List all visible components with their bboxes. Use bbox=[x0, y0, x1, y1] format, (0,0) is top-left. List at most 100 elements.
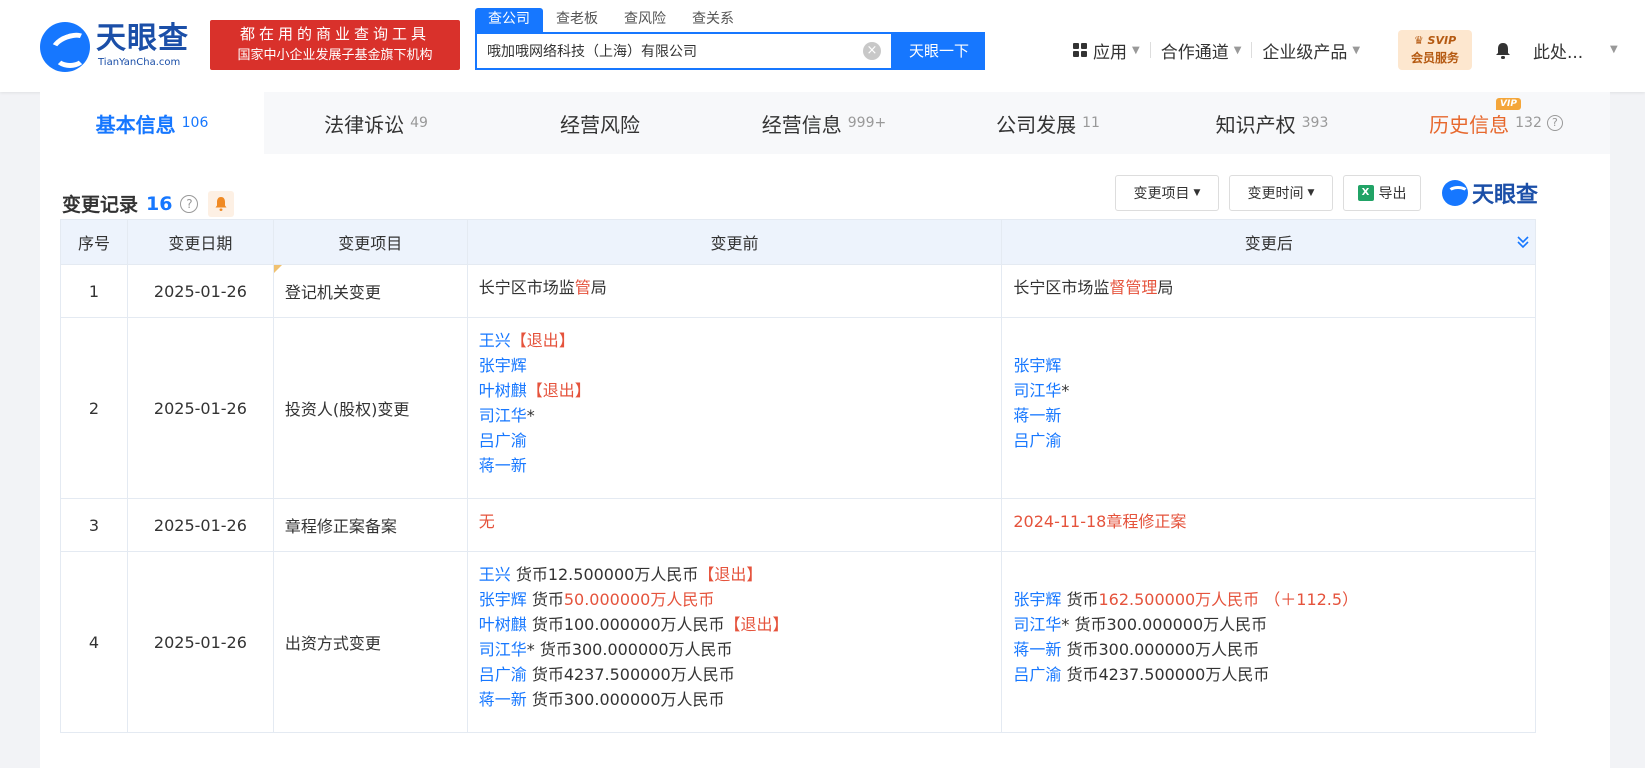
double-chevron-down-icon[interactable] bbox=[1515, 234, 1531, 250]
filter-item-label: 变更项目 bbox=[1133, 186, 1190, 202]
svip-label: ♛ SVIP bbox=[1413, 34, 1457, 47]
person-link[interactable]: 叶树麒 bbox=[479, 381, 527, 400]
brand-text: 天眼查 bbox=[1472, 183, 1539, 208]
tab-label: 经营风险 bbox=[560, 112, 640, 137]
export-button[interactable]: X 导出 bbox=[1343, 175, 1421, 211]
person-link[interactable]: 吕广渝 bbox=[479, 665, 527, 684]
nav-apps[interactable]: 应用 ▼ bbox=[1063, 38, 1150, 63]
cell-item-text: 登记机关变更 bbox=[284, 283, 381, 302]
person-link[interactable]: 司江华 bbox=[479, 406, 527, 425]
cell-line: 叶树麒 货币100.000000万人民币【退出】 bbox=[479, 612, 992, 637]
caret-down-icon[interactable]: ▼ bbox=[1610, 44, 1618, 55]
search-tab-company[interactable]: 查公司 bbox=[475, 8, 543, 32]
person-link[interactable]: 王兴 bbox=[479, 331, 511, 350]
cell-after: 张宇辉 司江华* 蒋一新 吕广渝 bbox=[1002, 318, 1536, 498]
cell-text: * bbox=[1061, 381, 1070, 400]
cell-text: 50.000000万人民币 bbox=[563, 590, 715, 609]
cell-text: 长宁区市场监 bbox=[478, 278, 575, 297]
person-link[interactable]: 吕广渝 bbox=[1013, 431, 1061, 450]
filter-change-item-button[interactable]: 变更项目 ▼ bbox=[1115, 175, 1219, 211]
cell-line: 蒋一新 bbox=[479, 453, 992, 478]
cell-text: * 货币300.000000万人民币 bbox=[526, 640, 733, 659]
tab-history[interactable]: VIP 历史信息 132 ? bbox=[1384, 92, 1608, 154]
cell-line: 司江华* bbox=[479, 403, 992, 428]
table-row: 2 2025-01-26 投资人(股权)变更 王兴【退出】 张宇辉 叶树麒【退出】司… bbox=[61, 318, 1536, 499]
top-header: 天眼查 TianYanCha.com 都在用的商业查询工具 国家中小企业发展子基… bbox=[0, 0, 1645, 92]
tab-label: 法律诉讼 bbox=[324, 112, 405, 137]
person-link[interactable]: 蒋一新 bbox=[1013, 640, 1061, 659]
caret-down-icon: ▼ bbox=[1193, 188, 1201, 198]
search-tab-boss[interactable]: 查老板 bbox=[543, 8, 611, 32]
caret-down-icon: ▼ bbox=[1352, 44, 1361, 56]
cell-line: 吕广渝 bbox=[1013, 428, 1525, 453]
person-link[interactable]: 吕广渝 bbox=[1013, 665, 1061, 684]
tab-business[interactable]: 经营信息 999+ bbox=[712, 92, 936, 154]
cell-date: 2025-01-26 bbox=[128, 552, 274, 732]
tab-count: 49 bbox=[410, 115, 428, 131]
search-input[interactable] bbox=[477, 34, 847, 68]
cell-text: 管 bbox=[574, 278, 591, 297]
cell-line: 叶树麒【退出】 bbox=[479, 378, 992, 403]
logo-text: 天眼查 bbox=[96, 21, 189, 56]
help-icon[interactable]: ? bbox=[1546, 115, 1563, 131]
person-link[interactable]: 王兴 bbox=[479, 565, 511, 584]
cell-no: 1 bbox=[61, 265, 128, 317]
logo-mark-icon bbox=[1442, 180, 1469, 206]
cell-text: 货币300.000000万人民币 bbox=[1061, 640, 1260, 659]
person-link[interactable]: 张宇辉 bbox=[479, 356, 527, 375]
caret-down-icon: ▼ bbox=[1132, 44, 1140, 56]
tab-basic-info[interactable]: 基本信息 106 bbox=[40, 92, 264, 154]
person-link[interactable]: 张宇辉 bbox=[1013, 590, 1061, 609]
tab-count: 11 bbox=[1082, 115, 1100, 131]
caret-down-icon: ▼ bbox=[1307, 188, 1315, 198]
cell-item: 投资人(股权)变更 bbox=[274, 318, 468, 498]
user-name[interactable]: 此处... bbox=[1533, 38, 1583, 63]
person-link[interactable]: 张宇辉 bbox=[1013, 356, 1061, 375]
person-link[interactable]: 司江华 bbox=[1013, 381, 1061, 400]
cell-text: 货币 bbox=[526, 590, 564, 609]
tab-legal[interactable]: 法律诉讼 49 bbox=[264, 92, 488, 154]
subscribe-bell-icon[interactable] bbox=[208, 190, 235, 217]
tab-label: 基本信息 bbox=[95, 112, 176, 137]
help-icon[interactable]: ? bbox=[180, 194, 199, 213]
cell-line: 张宇辉 货币50.000000万人民币 bbox=[479, 587, 992, 612]
person-link[interactable]: 蒋一新 bbox=[479, 690, 527, 709]
excel-icon: X bbox=[1357, 185, 1374, 201]
search-tab-risk[interactable]: 查风险 bbox=[611, 8, 679, 32]
person-link[interactable]: 蒋一新 bbox=[479, 456, 527, 475]
cell-text: 局 bbox=[590, 278, 607, 297]
nav-enterprise[interactable]: 企业级产品 ▼ bbox=[1252, 38, 1370, 63]
tab-count: 999+ bbox=[847, 115, 887, 131]
cell-text: 【退出】 bbox=[526, 381, 591, 400]
person-link[interactable]: 蒋一新 bbox=[1013, 406, 1061, 425]
person-link[interactable]: 张宇辉 bbox=[479, 590, 527, 609]
nav-cooperation[interactable]: 合作通道 ▼ bbox=[1151, 38, 1252, 63]
tab-ip[interactable]: 知识产权 393 bbox=[1160, 92, 1384, 154]
cell-text: 【退出】 bbox=[698, 565, 763, 584]
cell-before: 无 bbox=[468, 499, 1003, 551]
tianyancha-logo[interactable]: 天眼查 TianYanCha.com bbox=[40, 20, 200, 72]
col-header-no: 序号 bbox=[61, 220, 128, 264]
cell-text: * bbox=[526, 406, 535, 425]
header-nav: 应用 ▼ 合作通道 ▼ 企业级产品 ▼ bbox=[1063, 36, 1370, 64]
bell-icon[interactable] bbox=[1494, 42, 1512, 60]
tab-label: 经营信息 bbox=[761, 112, 842, 137]
cell-line: 2024-11-18章程修正案 bbox=[1013, 509, 1525, 534]
cell-text: 货币4237.500000万人民币 bbox=[1061, 665, 1270, 684]
clear-icon[interactable]: × bbox=[863, 42, 881, 60]
cell-line: 司江华* bbox=[1013, 378, 1525, 403]
search-tab-relation[interactable]: 查关系 bbox=[679, 8, 747, 32]
person-link[interactable]: 吕广渝 bbox=[479, 431, 527, 450]
tab-development[interactable]: 公司发展 11 bbox=[936, 92, 1160, 154]
table-header-row: 序号 变更日期 变更项目 变更前 变更后 bbox=[61, 220, 1537, 265]
cell-text: 【退出】 bbox=[724, 615, 789, 634]
logo-mark-icon bbox=[40, 22, 90, 72]
search-button[interactable]: 天眼一下 bbox=[893, 32, 985, 70]
tab-risk[interactable]: 经营风险 bbox=[488, 92, 712, 154]
person-link[interactable]: 司江华 bbox=[479, 640, 527, 659]
cell-line: 蒋一新 货币300.000000万人民币 bbox=[1013, 637, 1525, 662]
svip-button[interactable]: ♛ SVIP 会员服务 bbox=[1398, 30, 1472, 70]
person-link[interactable]: 司江华 bbox=[1013, 615, 1061, 634]
filter-change-time-button[interactable]: 变更时间 ▼ bbox=[1229, 175, 1333, 211]
person-link[interactable]: 叶树麒 bbox=[479, 615, 527, 634]
